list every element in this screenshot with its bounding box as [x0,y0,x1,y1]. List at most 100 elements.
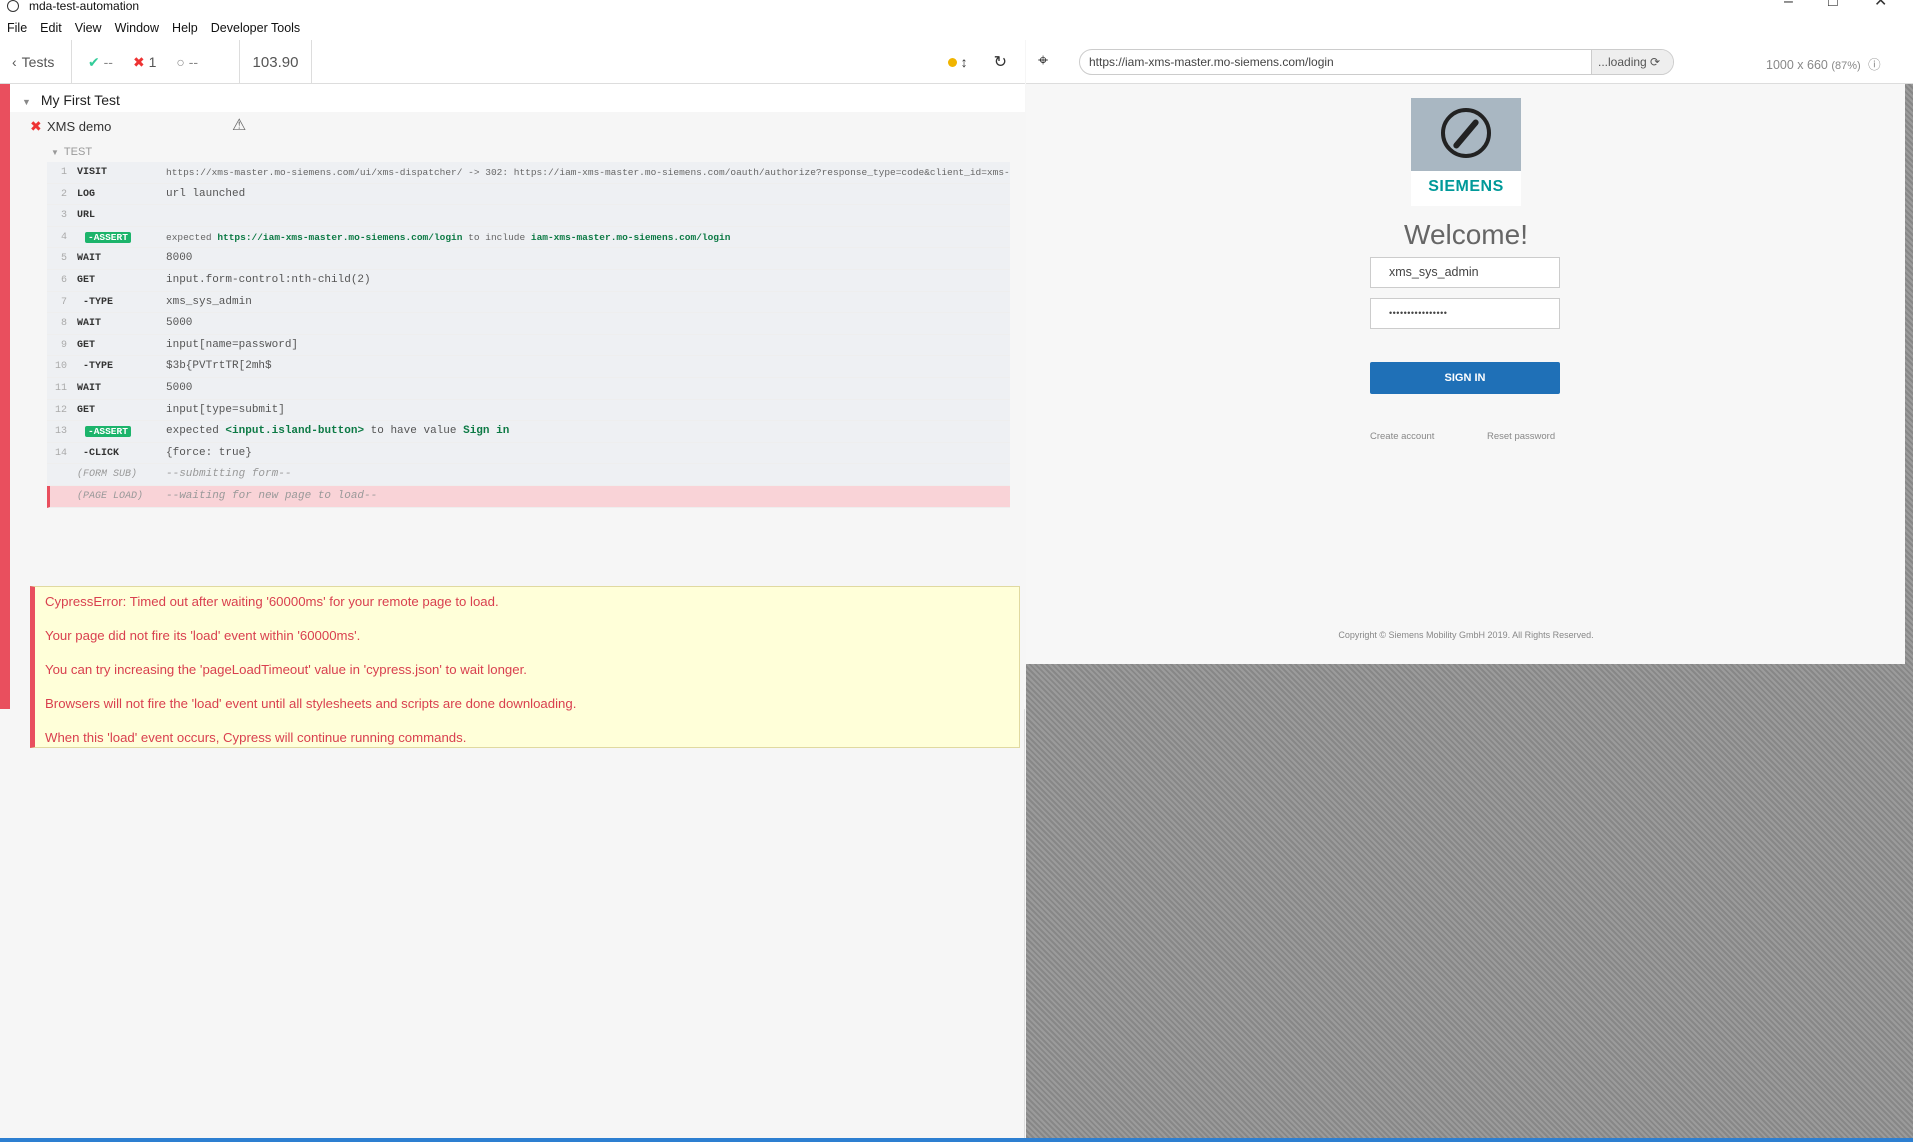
command-message: url launched [166,187,246,200]
command-number: 3 [60,210,67,222]
warning-icon[interactable]: ⚠ [232,115,246,135]
command-message: $3b{PVTrtTR[2mh$ [166,360,272,373]
tests-button[interactable]: ‹ Tests [0,40,72,84]
menu-bar: File Edit View Window Help Developer Too… [0,16,1913,40]
command-name: URL [77,210,96,222]
command-name: -ASSERT [85,421,131,443]
spinner-icon: ⟳ [1650,55,1661,69]
command-number: 12 [54,404,67,416]
test-stats: ✔ -- ✖ 1 ○ -- [72,40,240,84]
failed-stat: ✖ 1 [133,54,156,71]
command-row[interactable]: 1 VISIT https://xms-master.mo-siemens.com/… [47,162,1010,184]
sign-in-button[interactable]: SIGN IN [1370,362,1560,394]
compass-icon [1441,108,1491,158]
close-button[interactable]: ✕ [1874,0,1887,10]
test-name: XMS demo [47,119,112,134]
command-row[interactable]: 8 WAIT 5000 [47,313,1010,335]
assert-badge: -ASSERT [85,426,131,438]
app-icon [7,0,19,12]
command-number: 11 [54,382,67,394]
aut-header: ⌖ https://iam-xms-master.mo-siemens.com/… [1026,40,1913,84]
assert-operator: to include [468,231,526,243]
menu-help[interactable]: Help [172,21,198,35]
command-message: 5000 [166,317,193,330]
welcome-heading: Welcome! [1404,219,1528,250]
command-row[interactable]: (FORM SUB) --submitting form-- [47,464,1010,486]
info-icon[interactable]: ⓘ [1868,58,1881,72]
error-line: When this 'load' event occurs, Cypress w… [45,730,467,745]
command-row[interactable]: 5 WAIT 8000 [47,248,1010,270]
failed-indicator-strip [0,84,10,709]
command-row[interactable]: 6 GET input.form-control:nth-child(2) [47,269,1010,292]
command-list: 1 VISIT https://xms-master.mo-siemens.com/… [47,162,1010,508]
password-field[interactable]: •••••••••••••••• [1370,298,1560,329]
reporter-controls: ↕ ↻ [947,40,1007,84]
command-name: WAIT [77,253,102,265]
window-titlebar: mda-test-automation – □ ✕ [0,0,1913,16]
command-row[interactable]: 12 GET input[type=submit] [47,399,1010,422]
command-message: https://xms-master.mo-siemens.com/ui/xms… [166,167,1010,178]
rerun-icon[interactable]: ↻ [994,52,1007,72]
url-display: https://iam-xms-master.mo-siemens.com/lo… [1079,49,1674,75]
assert-expected: expected [166,231,212,243]
assert-value: <input.island-button> [225,425,365,438]
command-name: -CLICK [83,447,120,459]
running-indicator-icon [947,57,957,67]
auto-scroll-toggle[interactable]: ↕ [947,54,968,70]
command-row[interactable]: 13 -ASSERT expected <input.island-button> … [47,421,1010,443]
check-icon: ✔ [88,53,100,70]
command-row[interactable]: 2 LOG url launched [47,183,1010,206]
selector-playground-icon[interactable]: ⌖ [1038,50,1048,71]
window-title: mda-test-automation [29,0,140,13]
runnable-tree: ▼ My First Test ✖ XMS demo ⚠ ▼ TEST 1 VISI… [0,84,1025,748]
command-message: {force: true} [166,446,252,459]
passed-stat: ✔ -- [88,54,113,71]
command-row[interactable]: 9 GET input[name=password] [47,334,1010,357]
command-log: ▼ TEST 1 VISIT https://xms-master.mo-siemen… [10,142,1025,748]
command-row[interactable]: 10 -TYPE $3b{PVTrtTR[2mh$ [47,356,1010,378]
assert-value: https://iam-xms-master.mo-siemens.com/lo… [217,231,463,243]
suite-title[interactable]: ▼ My First Test [22,88,120,112]
viewport-info[interactable]: 1000 x 660 (87%) ⓘ [1766,54,1881,73]
command-number: 7 [60,296,67,308]
menu-window[interactable]: Window [115,21,159,35]
caret-down-icon: ▼ [51,148,59,157]
assert-badge: -ASSERT [85,231,131,243]
reset-password-link[interactable]: Reset password [1487,431,1555,442]
command-row[interactable]: 11 WAIT 5000 [47,377,1010,400]
command-row[interactable]: 7 -TYPE xms_sys_admin [47,291,1010,314]
error-line: Your page did not fire its 'load' event … [45,628,361,643]
command-number: 6 [60,274,67,286]
command-row[interactable]: 3 URL [47,205,1010,227]
command-number: 2 [60,188,67,200]
command-row[interactable]: 14 -CLICK {force: true} [47,442,1010,465]
command-message: --submitting form-- [166,468,292,481]
test-section-label[interactable]: ▼ TEST [51,146,92,158]
minimize-button[interactable]: – [1784,0,1793,10]
create-account-link[interactable]: Create account [1370,431,1434,442]
command-message: 8000 [166,252,193,265]
error-message[interactable]: CypressError: Timed out after waiting '6… [30,586,1020,748]
command-row[interactable]: (PAGE LOAD) --waiting for new page to loa… [47,485,1010,508]
loading-text: ...loading [1598,55,1647,69]
viewport-size: 1000 x 660 [1766,58,1828,72]
menu-developer-tools[interactable]: Developer Tools [211,21,300,35]
logo-background [1411,98,1521,171]
section-label-text: TEST [63,146,93,158]
siemens-logo: SIEMENS [1411,98,1521,206]
menu-view[interactable]: View [75,21,102,35]
x-icon: ✖ [132,53,145,70]
circle-icon: ○ [176,54,185,70]
suite-title-text: My First Test [40,92,120,108]
menu-edit[interactable]: Edit [40,21,62,35]
menu-file[interactable]: File [7,21,27,35]
failed-count: 1 [148,53,157,70]
command-row[interactable]: 4 -ASSERT expected https://iam-xms-master.… [47,226,1010,249]
assert-operator: to have value [370,425,457,438]
username-field[interactable]: xms_sys_admin [1370,257,1560,288]
maximize-button[interactable]: □ [1828,0,1838,10]
test-row[interactable]: ✖ XMS demo ⚠ [10,112,1025,142]
command-name: (PAGE LOAD) [77,490,144,502]
command-name: -TYPE [83,296,114,308]
pending-count: -- [188,54,199,70]
